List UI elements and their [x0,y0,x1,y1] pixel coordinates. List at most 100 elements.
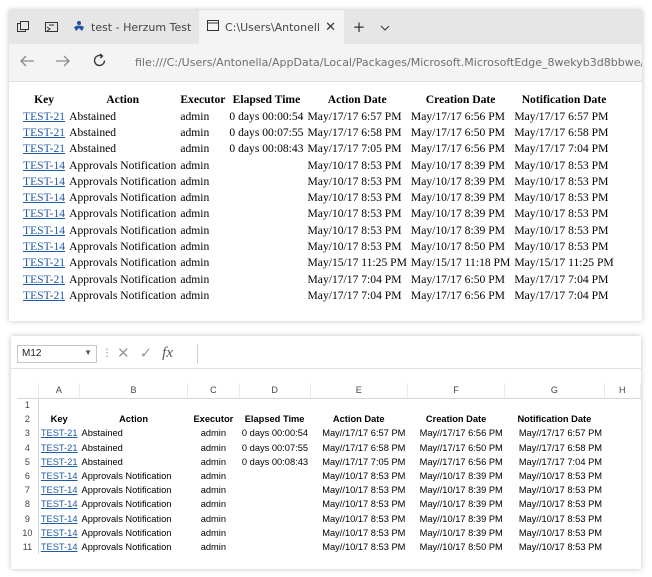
cell[interactable]: admin [188,483,240,497]
cell[interactable]: May//10/17 8:53 PM [310,483,407,497]
cell[interactable] [239,497,310,511]
cell[interactable] [239,540,310,554]
row-header[interactable]: 6 [17,468,39,484]
issue-key-cell[interactable]: TEST-14 [38,540,79,554]
cell[interactable]: May//10/17 8:53 PM [505,469,604,483]
cell[interactable]: May//10/17 8:39 PM [407,512,504,526]
cell[interactable] [239,398,310,412]
refresh-button[interactable] [81,52,117,73]
row-header[interactable]: 2 [17,412,39,427]
cell[interactable] [239,512,310,526]
tab-manager-icon[interactable] [9,10,37,44]
cell[interactable] [604,497,640,511]
header-cell[interactable]: Action Date [310,412,407,426]
select-all-corner[interactable] [17,383,39,399]
cell[interactable]: May//10/17 8:53 PM [310,469,407,483]
issue-key-cell[interactable]: TEST-14 [38,497,79,511]
set-tabs-aside-icon[interactable] [37,10,65,44]
issue-key-link[interactable]: TEST-21 [23,110,65,123]
cell[interactable] [604,483,640,497]
cell[interactable] [310,398,407,412]
cell[interactable] [239,483,310,497]
cell[interactable]: admin [188,426,240,440]
row-header[interactable]: 8 [17,497,39,512]
cell[interactable] [604,469,640,483]
cell[interactable] [505,398,604,412]
header-cell[interactable]: Action [80,412,188,426]
cell[interactable]: May//17/17 6:56 PM [407,455,504,469]
cell[interactable] [604,526,640,540]
cell[interactable]: 0 days 00:08:43 [239,455,310,469]
cell[interactable]: May//10/17 8:39 PM [407,483,504,497]
cell[interactable]: May//10/17 8:39 PM [407,526,504,540]
cell[interactable]: May//10/17 8:53 PM [310,526,407,540]
issue-key-link[interactable]: TEST-14 [23,191,65,204]
formula-input[interactable] [197,344,641,364]
cell[interactable]: admin [188,512,240,526]
cell[interactable]: Approvals Notification [80,483,188,497]
issue-key-link[interactable]: TEST-14 [23,207,65,220]
forward-button[interactable] [45,52,81,73]
name-box-dropdown-icon[interactable]: ▼ [84,348,92,357]
name-box[interactable]: M12 ▼ [17,345,97,363]
cell[interactable]: 0 days 00:07:55 [239,441,310,455]
cell[interactable]: May//17/17 6:57 PM [310,426,407,440]
cell[interactable]: May//10/17 8:53 PM [505,512,604,526]
formula-bar-grip-icon[interactable]: ⋮ [102,348,112,359]
column-header-g[interactable]: G [504,383,605,399]
column-header-a[interactable]: A [38,383,81,399]
cell[interactable]: Approvals Notification [80,497,188,511]
cell[interactable] [604,540,640,554]
cell[interactable] [604,512,640,526]
close-tab-icon[interactable]: ✕ [325,20,336,35]
cell[interactable]: May//10/17 8:39 PM [407,497,504,511]
issue-key-cell[interactable]: TEST-14 [38,512,79,526]
column-header-b[interactable]: B [79,383,189,399]
header-cell[interactable]: Executor [188,412,240,426]
cell[interactable]: May//10/17 8:53 PM [505,540,604,554]
row-header[interactable]: 1 [17,398,39,413]
issue-key-link[interactable]: TEST-21 [23,256,65,269]
column-header-f[interactable]: F [407,383,506,399]
cell[interactable]: May//10/17 8:53 PM [505,526,604,540]
cell[interactable]: May//10/17 8:50 PM [407,540,504,554]
issue-key-link[interactable]: TEST-14 [23,224,65,237]
cell[interactable] [239,469,310,483]
cell[interactable]: May//10/17 8:53 PM [310,512,407,526]
row-header[interactable]: 5 [17,454,39,469]
issue-key-link[interactable]: TEST-21 [23,289,65,302]
cell[interactable]: admin [188,441,240,455]
row-header[interactable]: 9 [17,511,39,526]
cell[interactable]: May//10/17 8:53 PM [310,540,407,554]
cell[interactable]: Approvals Notification [80,540,188,554]
cell[interactable]: May//10/17 8:53 PM [505,483,604,497]
cell[interactable]: admin [188,540,240,554]
column-header-h[interactable]: H [604,383,641,399]
cell[interactable]: May//10/17 8:53 PM [505,497,604,511]
cell[interactable]: admin [188,455,240,469]
cell[interactable] [604,441,640,455]
cell[interactable]: admin [188,469,240,483]
cell[interactable] [239,526,310,540]
row-header[interactable]: 4 [17,440,39,455]
cell[interactable] [604,398,640,412]
cell[interactable] [38,398,79,412]
issue-key-link[interactable]: TEST-14 [23,175,65,188]
issue-key-cell[interactable]: TEST-14 [38,526,79,540]
row-header[interactable]: 11 [17,539,39,555]
cell[interactable]: May//10/17 8:53 PM [310,497,407,511]
issue-key-link[interactable]: TEST-21 [23,142,65,155]
issue-key-cell[interactable]: TEST-14 [38,483,79,497]
address-input[interactable]: file:///C:/Users/Antonella/AppData/Local… [135,56,642,69]
cell[interactable]: admin [188,526,240,540]
cell[interactable]: May//17/17 6:50 PM [407,441,504,455]
row-header[interactable]: 3 [17,426,39,441]
issue-key-link[interactable]: TEST-21 [23,273,65,286]
column-header-e[interactable]: E [310,383,408,399]
cell[interactable]: 0 days 00:00:54 [239,426,310,440]
cell[interactable] [188,398,240,412]
issue-key-cell[interactable]: TEST-14 [38,469,79,483]
cell[interactable]: May//17/17 6:58 PM [310,441,407,455]
cell[interactable]: May//17/17 6:56 PM [407,426,504,440]
header-cell[interactable]: Creation Date [407,412,504,426]
